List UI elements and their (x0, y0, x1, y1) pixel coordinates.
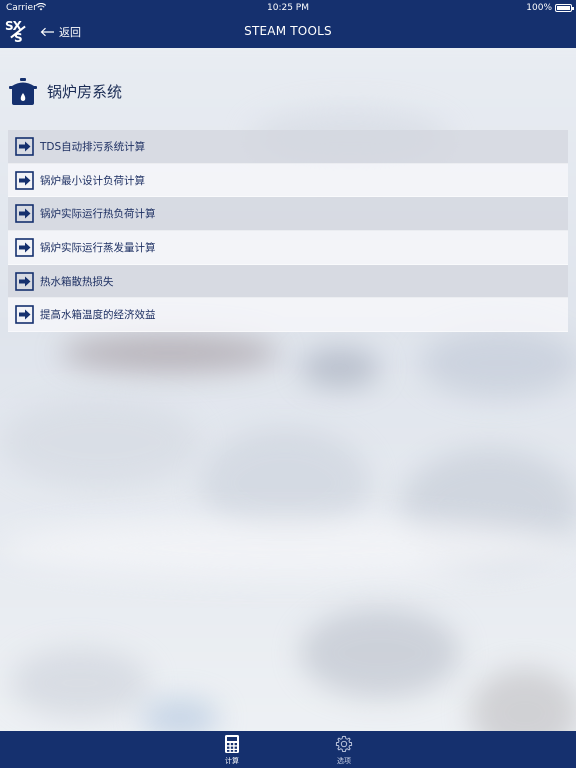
clock: 10:25 PM (267, 3, 309, 13)
menu-item-actual-heat-load[interactable]: 锅炉实际运行热负荷计算 (8, 197, 568, 232)
gear-icon (335, 735, 353, 752)
menu-item-label: 锅炉最小设计负荷计算 (40, 174, 145, 187)
menu-item-tank-temp-economics[interactable]: 提高水箱温度的经济效益 (8, 298, 568, 333)
calculator-icon (225, 735, 239, 753)
enter-arrow-icon (15, 170, 34, 190)
top-bar: Carrier 10:25 PM 100% SX S 返回 STEAM TOOL… (0, 0, 576, 48)
enter-arrow-icon (15, 204, 34, 224)
section-title: 锅炉房系统 (47, 82, 123, 101)
menu-item-label: 提高水箱温度的经济效益 (40, 309, 156, 322)
menu-item-label: 锅炉实际运行热负荷计算 (40, 208, 156, 221)
menu-item-label: 锅炉实际运行蒸发量计算 (40, 241, 156, 254)
enter-arrow-icon (15, 305, 34, 325)
calculator-menu: TDS自动排污系统计算 锅炉最小设计负荷计算 锅炉实际运行热负荷计算 锅炉实际运… (8, 130, 568, 333)
enter-arrow-icon (15, 271, 34, 291)
enter-arrow-icon (15, 137, 34, 156)
tab-calculate-label: 计算 (225, 757, 239, 765)
tab-bar: 计算 选项 (0, 731, 576, 768)
menu-item-min-design-load[interactable]: 锅炉最小设计负荷计算 (8, 163, 568, 198)
tab-options-label: 选项 (337, 757, 351, 765)
menu-item-tds-blowdown[interactable]: TDS自动排污系统计算 (8, 130, 568, 164)
menu-item-tank-heat-loss[interactable]: 热水箱散热损失 (8, 264, 568, 299)
enter-arrow-icon (15, 238, 34, 257)
battery-icon (555, 4, 574, 12)
tab-options[interactable]: 选项 (314, 734, 374, 768)
battery-percent: 100% (526, 3, 552, 13)
tab-calculate[interactable]: 计算 (202, 734, 262, 768)
boiler-pot-icon (9, 78, 37, 105)
menu-item-actual-evaporation[interactable]: 锅炉实际运行蒸发量计算 (8, 231, 568, 265)
menu-item-label: 热水箱散热损失 (40, 275, 114, 288)
status-bar: Carrier 10:25 PM 100% (0, 0, 576, 16)
menu-item-label: TDS自动排污系统计算 (40, 140, 146, 153)
page-title: STEAM TOOLS (244, 24, 332, 38)
section-header: 锅炉房系统 (8, 76, 122, 106)
